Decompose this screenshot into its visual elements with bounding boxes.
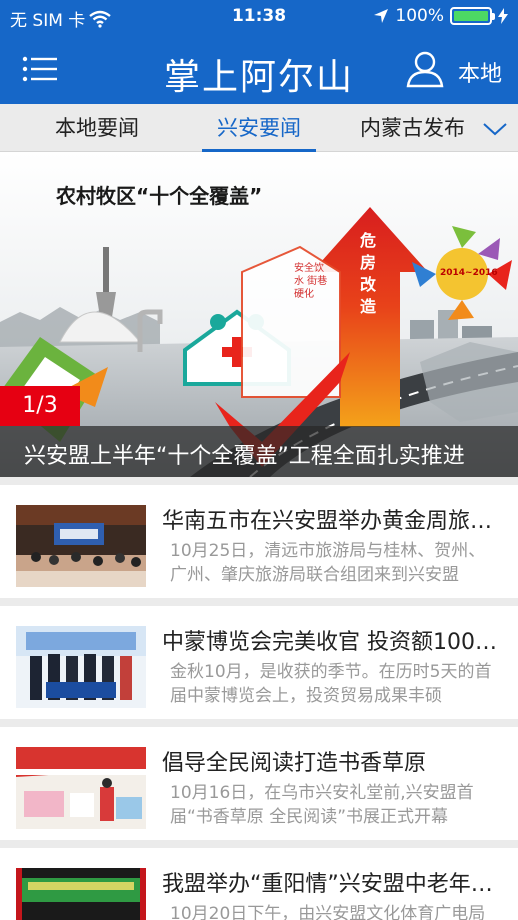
news-thumbnail	[16, 868, 146, 920]
news-summary: 10月20日下午，由兴安盟文化体育广电局主办的文艺汇演在乌兰浩特举行	[170, 904, 486, 920]
list-item[interactable]: 我盟举办“重阳情”兴安盟中老年文艺汇演 10月20日下午，由兴安盟文化体育广电局…	[0, 848, 518, 920]
news-summary: 10月16日，在乌市兴安礼堂前,兴安盟首届“书香草原 全民阅读”书展正式开幕	[170, 783, 474, 827]
news-title: 华南五市在兴安盟举办黄金周旅游推介会	[162, 509, 502, 534]
user-icon[interactable]	[406, 50, 444, 88]
slide-counter: 1/3	[0, 386, 80, 426]
tab-local-news[interactable]: 本地要闻	[30, 104, 164, 152]
battery-percent: 100%	[395, 6, 444, 26]
tab-inner-mongolia[interactable]: 内蒙古发布	[360, 104, 480, 152]
status-right: 100%	[373, 6, 508, 26]
top-bar: 无 SIM 卡 11:38 100% 掌上阿尔山 本地	[0, 0, 518, 104]
side-panel-text: 安全饮水 街巷硬化	[294, 263, 328, 300]
news-thumbnail	[16, 505, 146, 587]
charging-bolt-icon	[498, 8, 508, 24]
news-thumbnail	[16, 747, 146, 829]
news-title: 我盟举办“重阳情”兴安盟中老年文艺汇演	[162, 872, 502, 897]
category-tabs: 本地要闻 兴安要闻 内蒙古发布	[0, 104, 518, 152]
location-label[interactable]: 本地	[458, 56, 502, 88]
news-summary: 10月25日，清远市旅游局与桂林、贺州、广州、肇庆旅游局联合组团来到兴安盟	[170, 541, 486, 585]
chevron-down-icon[interactable]	[482, 120, 508, 138]
list-item[interactable]: 华南五市在兴安盟举办黄金周旅游推介会 10月25日，清远市旅游局与桂林、贺州、广…	[0, 485, 518, 598]
hero-caption-bar: 兴安盟上半年“十个全覆盖”工程全面扎实推进	[0, 426, 518, 477]
list-item[interactable]: 中蒙博览会完美收官 投资额1000多亿元 金秋10月，是收获的季节。在历时5天的…	[0, 606, 518, 719]
location-arrow-icon	[374, 9, 389, 23]
status-bar: 无 SIM 卡 11:38 100%	[0, 0, 518, 34]
navigation-bar: 掌上阿尔山 本地	[0, 34, 518, 104]
battery-icon	[450, 7, 495, 25]
news-summary: 金秋10月，是收获的季节。在历时5天的首届中蒙博览会上，投资贸易成果丰硕	[170, 662, 492, 706]
hero-heading: 农村牧区“十个全覆盖”	[56, 184, 263, 208]
hero-banner[interactable]: 农村牧区“十个全覆盖” 危房改造 安全饮水 街巷硬化 2014~2016 1/3…	[0, 152, 518, 477]
arrow-text: 危房改造	[360, 231, 377, 316]
news-title: 倡导全民阅读打造书香草原	[162, 751, 427, 776]
year-badge: 2014~2016	[440, 268, 498, 278]
list-item[interactable]: 倡导全民阅读打造书香草原 10月16日，在乌市兴安礼堂前,兴安盟首届“书香草原 …	[0, 727, 518, 840]
hero-caption[interactable]: 兴安盟上半年“十个全覆盖”工程全面扎实推进	[24, 438, 514, 470]
news-title: 中蒙博览会完美收官 投资额1000多亿元	[162, 630, 502, 655]
tab-xingan-news[interactable]: 兴安要闻	[202, 104, 316, 152]
news-thumbnail	[16, 626, 146, 708]
battery-fill	[454, 11, 488, 21]
